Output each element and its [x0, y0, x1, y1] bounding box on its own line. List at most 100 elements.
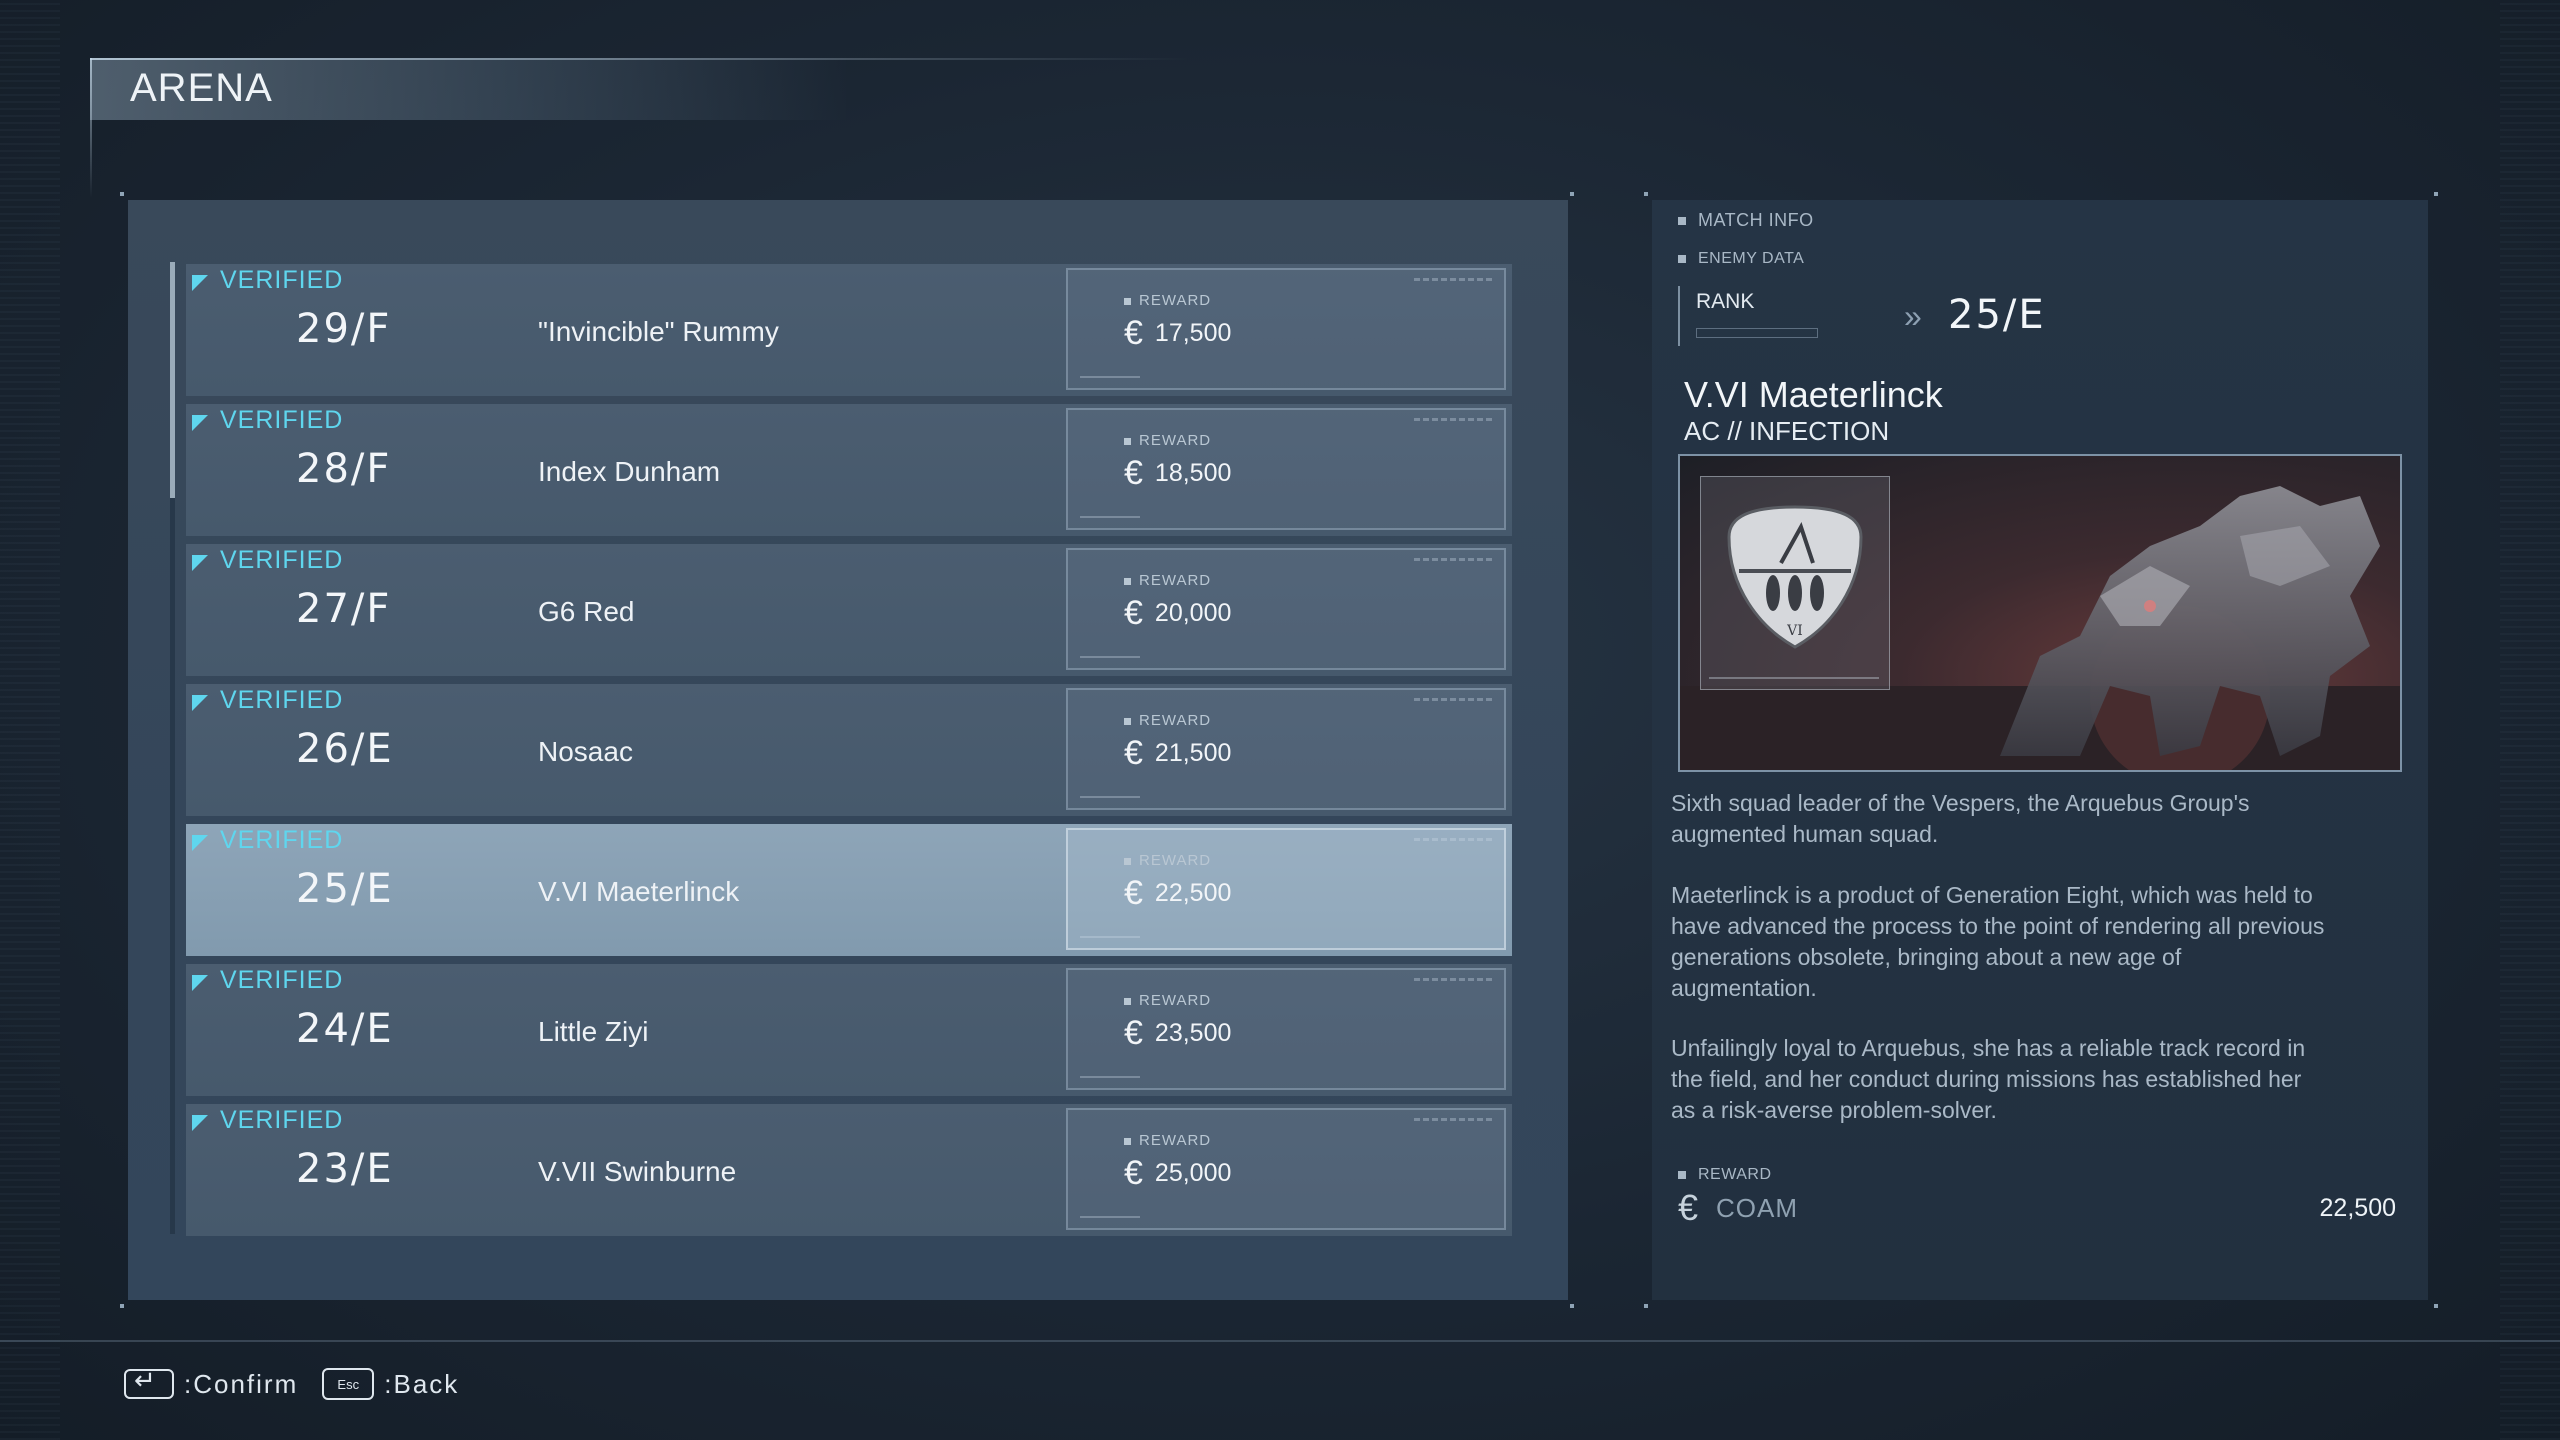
side-texture-left: [0, 0, 60, 1440]
row-rank: 25/E: [296, 866, 394, 912]
reward-box-decoration: [1080, 376, 1140, 378]
row-reward-label: REWARD: [1124, 992, 1211, 1009]
info-reward-amount: 22,500: [2319, 1193, 2396, 1222]
verified-flag-icon: [192, 834, 208, 851]
enemy-description-1: Sixth squad leader of the Vespers, the A…: [1671, 790, 2250, 847]
esc-key-icon[interactable]: Esc: [322, 1368, 375, 1400]
row-reward-amount: 20,000: [1154, 598, 1232, 627]
row-pilot-name: V.VI Maeterlinck: [538, 876, 740, 907]
reward-box-decoration: [1080, 516, 1140, 518]
title-vertical-line: [90, 58, 92, 198]
arena-row[interactable]: VERIFIED 24/E Little Ziyi REWARD €23,500: [186, 964, 1512, 1096]
reward-box-decoration: [1414, 978, 1494, 981]
verified-label: VERIFIED: [220, 266, 344, 294]
reward-box-decoration: [1080, 796, 1140, 798]
row-reward-value: €20,000: [1124, 596, 1231, 630]
verified-label: VERIFIED: [220, 546, 344, 574]
corner-marker: [120, 1304, 124, 1308]
coam-currency-icon: €: [1124, 1014, 1143, 1052]
row-pilot-name: "Invincible" Rummy: [538, 316, 779, 347]
row-reward-value: €17,500: [1124, 316, 1231, 350]
reward-box-decoration: [1414, 558, 1494, 561]
confirm-hint[interactable]: :Confirm: [184, 1369, 298, 1400]
enemy-type: AC // INFECTION: [1684, 416, 1890, 446]
chevron-right-icon: »: [1904, 298, 1922, 334]
arena-row[interactable]: VERIFIED 27/F G6 Red REWARD €20,000: [186, 544, 1512, 676]
row-rank: 29/F: [296, 306, 392, 352]
emblem-text: VI: [1786, 623, 1803, 639]
row-pilot-name: Nosaac: [538, 736, 633, 767]
reward-box-decoration: [1414, 1118, 1494, 1121]
enemy-ac-image: VI: [1678, 454, 2402, 772]
row-reward-amount: 23,500: [1154, 1018, 1232, 1047]
list-scrollbar-thumb[interactable]: [170, 262, 175, 498]
reward-box-decoration: [1080, 656, 1140, 658]
arena-row[interactable]: VERIFIED 23/E V.VII Swinburne REWARD €25,000: [186, 1104, 1512, 1236]
enemy-description-2: Maeterlinck is a product of Generation E…: [1671, 882, 2325, 1001]
row-reward-box: REWARD €25,000: [1066, 1108, 1506, 1230]
row-reward-box: REWARD €17,500: [1066, 268, 1506, 390]
row-reward-amount: 21,500: [1154, 738, 1232, 767]
row-pilot-name: Little Ziyi: [538, 1016, 649, 1047]
coam-currency-icon: €: [1124, 874, 1143, 912]
emblem-frame: VI: [1700, 476, 1890, 690]
coam-currency-icon: €: [1124, 594, 1143, 632]
row-rank: 23/E: [296, 1146, 394, 1192]
control-hints: :Confirm Esc :Back: [124, 1365, 459, 1400]
currency-name: COAM: [1716, 1192, 1799, 1223]
verified-status: VERIFIED: [192, 826, 343, 855]
reward-box-decoration: [1080, 936, 1140, 938]
verified-flag-icon: [192, 694, 208, 711]
row-reward-amount: 18,500: [1154, 458, 1232, 487]
row-reward-value: €23,500: [1124, 1016, 1231, 1050]
row-pilot-name: G6 Red: [538, 596, 635, 627]
verified-status: VERIFIED: [192, 546, 343, 575]
coam-currency-icon: €: [1678, 1187, 1699, 1228]
reward-box-decoration: [1414, 698, 1494, 701]
row-reward-label: REWARD: [1124, 432, 1211, 449]
verified-label: VERIFIED: [220, 826, 344, 854]
info-reward-label: REWARD: [1678, 1166, 1772, 1184]
coam-currency-icon: €: [1124, 454, 1143, 492]
back-hint[interactable]: :Back: [384, 1369, 459, 1400]
page-title: ARENA: [130, 66, 273, 110]
reward-box-decoration: [1080, 1216, 1140, 1218]
enemy-data-label: ENEMY DATA: [1678, 250, 1804, 268]
verified-status: VERIFIED: [192, 966, 343, 995]
row-rank: 27/F: [296, 586, 392, 632]
row-reward-value: €25,000: [1124, 1156, 1231, 1190]
reward-box-decoration: [1414, 838, 1494, 841]
corner-marker: [1570, 1304, 1574, 1308]
arena-row[interactable]: VERIFIED 29/F "Invincible" Rummy REWARD €17,…: [186, 264, 1512, 396]
row-reward-value: €22,500: [1124, 876, 1231, 910]
emblem-footer-line: [1709, 677, 1879, 679]
row-reward-box: REWARD €23,500: [1066, 968, 1506, 1090]
verified-label: VERIFIED: [220, 406, 344, 434]
row-rank: 26/E: [296, 726, 394, 772]
rank-value: 25/E: [1948, 292, 2046, 338]
row-reward-label: REWARD: [1124, 852, 1211, 869]
row-reward-value: €21,500: [1124, 736, 1231, 770]
enter-key-icon[interactable]: [124, 1365, 174, 1399]
row-reward-label: REWARD: [1124, 292, 1211, 309]
verified-flag-icon: [192, 414, 208, 431]
title-underline: [90, 58, 1190, 60]
arena-row[interactable]: VERIFIED 25/E V.VI Maeterlinck REWARD €22,50…: [186, 824, 1512, 956]
row-reward-box: REWARD €18,500: [1066, 408, 1506, 530]
arena-row[interactable]: VERIFIED 28/F Index Dunham REWARD €18,500: [186, 404, 1512, 536]
row-reward-label: REWARD: [1124, 1132, 1211, 1149]
footer-divider: [0, 1340, 2560, 1342]
row-rank: 28/F: [296, 446, 392, 492]
row-reward-box: REWARD €21,500: [1066, 688, 1506, 810]
match-info-label: MATCH INFO: [1678, 210, 1814, 231]
row-reward-amount: 17,500: [1154, 318, 1232, 347]
arena-row[interactable]: VERIFIED 26/E Nosaac REWARD €21,500: [186, 684, 1512, 816]
verified-status: VERIFIED: [192, 406, 343, 435]
row-reward-box: REWARD €20,000: [1066, 548, 1506, 670]
verified-flag-icon: [192, 554, 208, 571]
row-reward-amount: 22,500: [1154, 878, 1232, 907]
row-reward-label: REWARD: [1124, 712, 1211, 729]
verified-status: VERIFIED: [192, 266, 343, 295]
verified-label: VERIFIED: [220, 1106, 344, 1134]
coam-currency-icon: €: [1124, 314, 1143, 352]
